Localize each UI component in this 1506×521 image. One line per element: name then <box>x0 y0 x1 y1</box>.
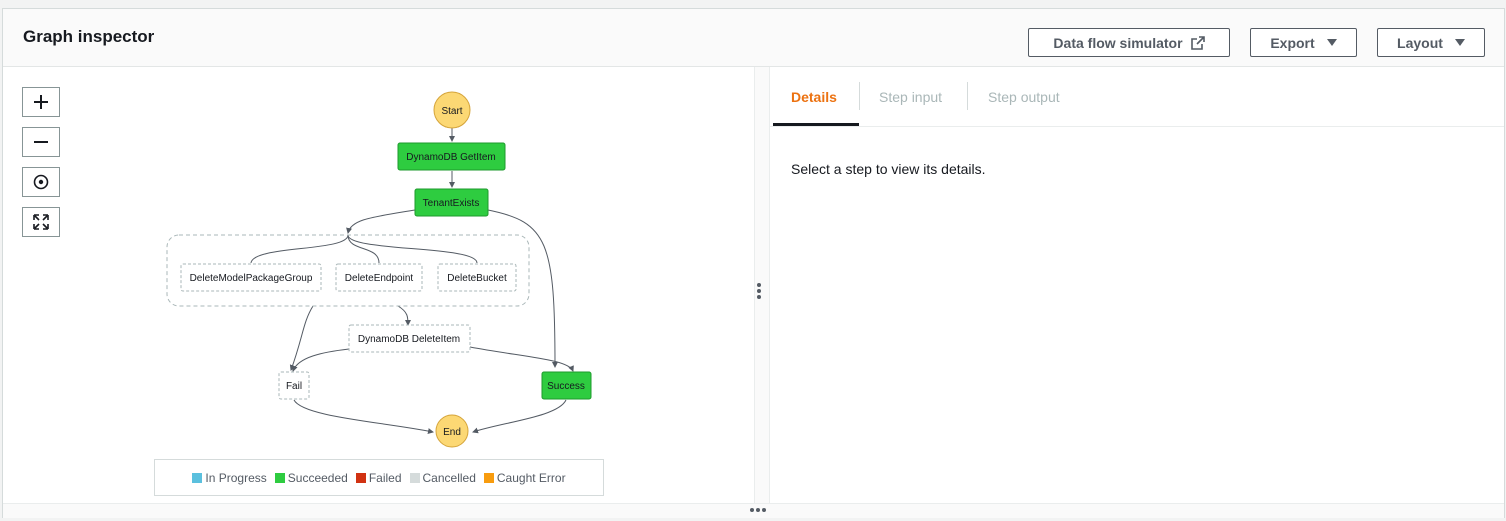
legend-label: Cancelled <box>422 470 476 485</box>
start-label: Start <box>441 106 462 117</box>
deleteitem-label: DynamoDB DeleteItem <box>358 334 460 345</box>
node-success: Success <box>541 371 592 400</box>
tab-step-output[interactable]: Step output <box>988 89 1060 105</box>
layout-button[interactable]: Layout <box>1377 28 1485 57</box>
details-panel: Details Step input Step output Select a … <box>769 67 1504 503</box>
export-button[interactable]: Export <box>1250 28 1357 57</box>
graph-inspector-panel: Graph inspector Data flow simulator Expo… <box>2 8 1505 518</box>
legend-swatch <box>409 472 420 483</box>
end-label: End <box>443 427 461 438</box>
details-tabs: Details Step input Step output <box>770 67 1504 127</box>
active-tab-indicator <box>773 123 859 126</box>
details-empty-message: Select a step to view its details. <box>791 161 986 177</box>
panel-header: Graph inspector Data flow simulator Expo… <box>3 9 1504 67</box>
data-flow-simulator-label: Data flow simulator <box>1053 34 1183 51</box>
legend-label: Caught Error <box>496 470 566 485</box>
caret-down-icon <box>1326 39 1337 46</box>
getitem-label: DynamoDB GetItem <box>406 152 495 163</box>
vertical-drag-dots-icon[interactable] <box>757 283 761 301</box>
legend-item: In Progress <box>192 470 267 485</box>
branch-label: DeleteBucket <box>447 273 507 284</box>
start-node: Start <box>433 91 471 129</box>
node-deletemodelpackagegroup: DeleteModelPackageGroup <box>180 263 322 292</box>
node-fail: Fail <box>278 371 310 400</box>
node-deleteendpoint: DeleteEndpoint <box>335 263 423 292</box>
layout-label: Layout <box>1397 34 1443 51</box>
graph-canvas[interactable]: Start DynamoDB GetItem TenantExists Dele… <box>3 67 755 503</box>
tab-separator <box>859 82 860 110</box>
status-legend: In Progress Succeeded Failed Cancelled C… <box>154 459 604 496</box>
success-label: Success <box>547 381 585 392</box>
export-label: Export <box>1270 34 1315 51</box>
branch-label: DeleteModelPackageGroup <box>190 273 313 284</box>
state-machine-graph: Start DynamoDB GetItem TenantExists Dele… <box>166 91 592 448</box>
legend-item: Caught Error <box>483 470 566 485</box>
legend-label: Succeeded <box>287 470 348 485</box>
legend-swatch <box>274 472 285 483</box>
legend-label: Failed <box>368 470 402 485</box>
caret-down-icon <box>1454 39 1465 46</box>
node-dynamodb-deleteitem: DynamoDB DeleteItem <box>348 324 471 353</box>
legend-item: Succeeded <box>274 470 348 485</box>
node-dynamodb-getitem: DynamoDB GetItem <box>397 142 506 171</box>
horizontal-drag-dots-icon[interactable] <box>750 508 766 512</box>
node-tenantexists: TenantExists <box>414 188 489 217</box>
legend-item: Cancelled <box>409 470 476 485</box>
legend-label: In Progress <box>205 470 267 485</box>
data-flow-simulator-button[interactable]: Data flow simulator <box>1028 28 1230 57</box>
tenantexists-label: TenantExists <box>423 198 480 209</box>
legend-swatch <box>355 472 366 483</box>
external-link-icon <box>1190 35 1205 50</box>
legend-swatch <box>483 472 494 483</box>
legend-swatch <box>192 472 203 483</box>
tab-separator <box>967 82 968 110</box>
tab-step-input[interactable]: Step input <box>879 89 942 105</box>
fail-label: Fail <box>286 381 302 392</box>
legend-item: Failed <box>355 470 402 485</box>
branch-label: DeleteEndpoint <box>345 273 414 284</box>
node-deletebucket: DeleteBucket <box>437 263 517 292</box>
end-node: End <box>435 414 469 448</box>
page-title: Graph inspector <box>23 27 155 46</box>
tab-details[interactable]: Details <box>791 89 837 105</box>
